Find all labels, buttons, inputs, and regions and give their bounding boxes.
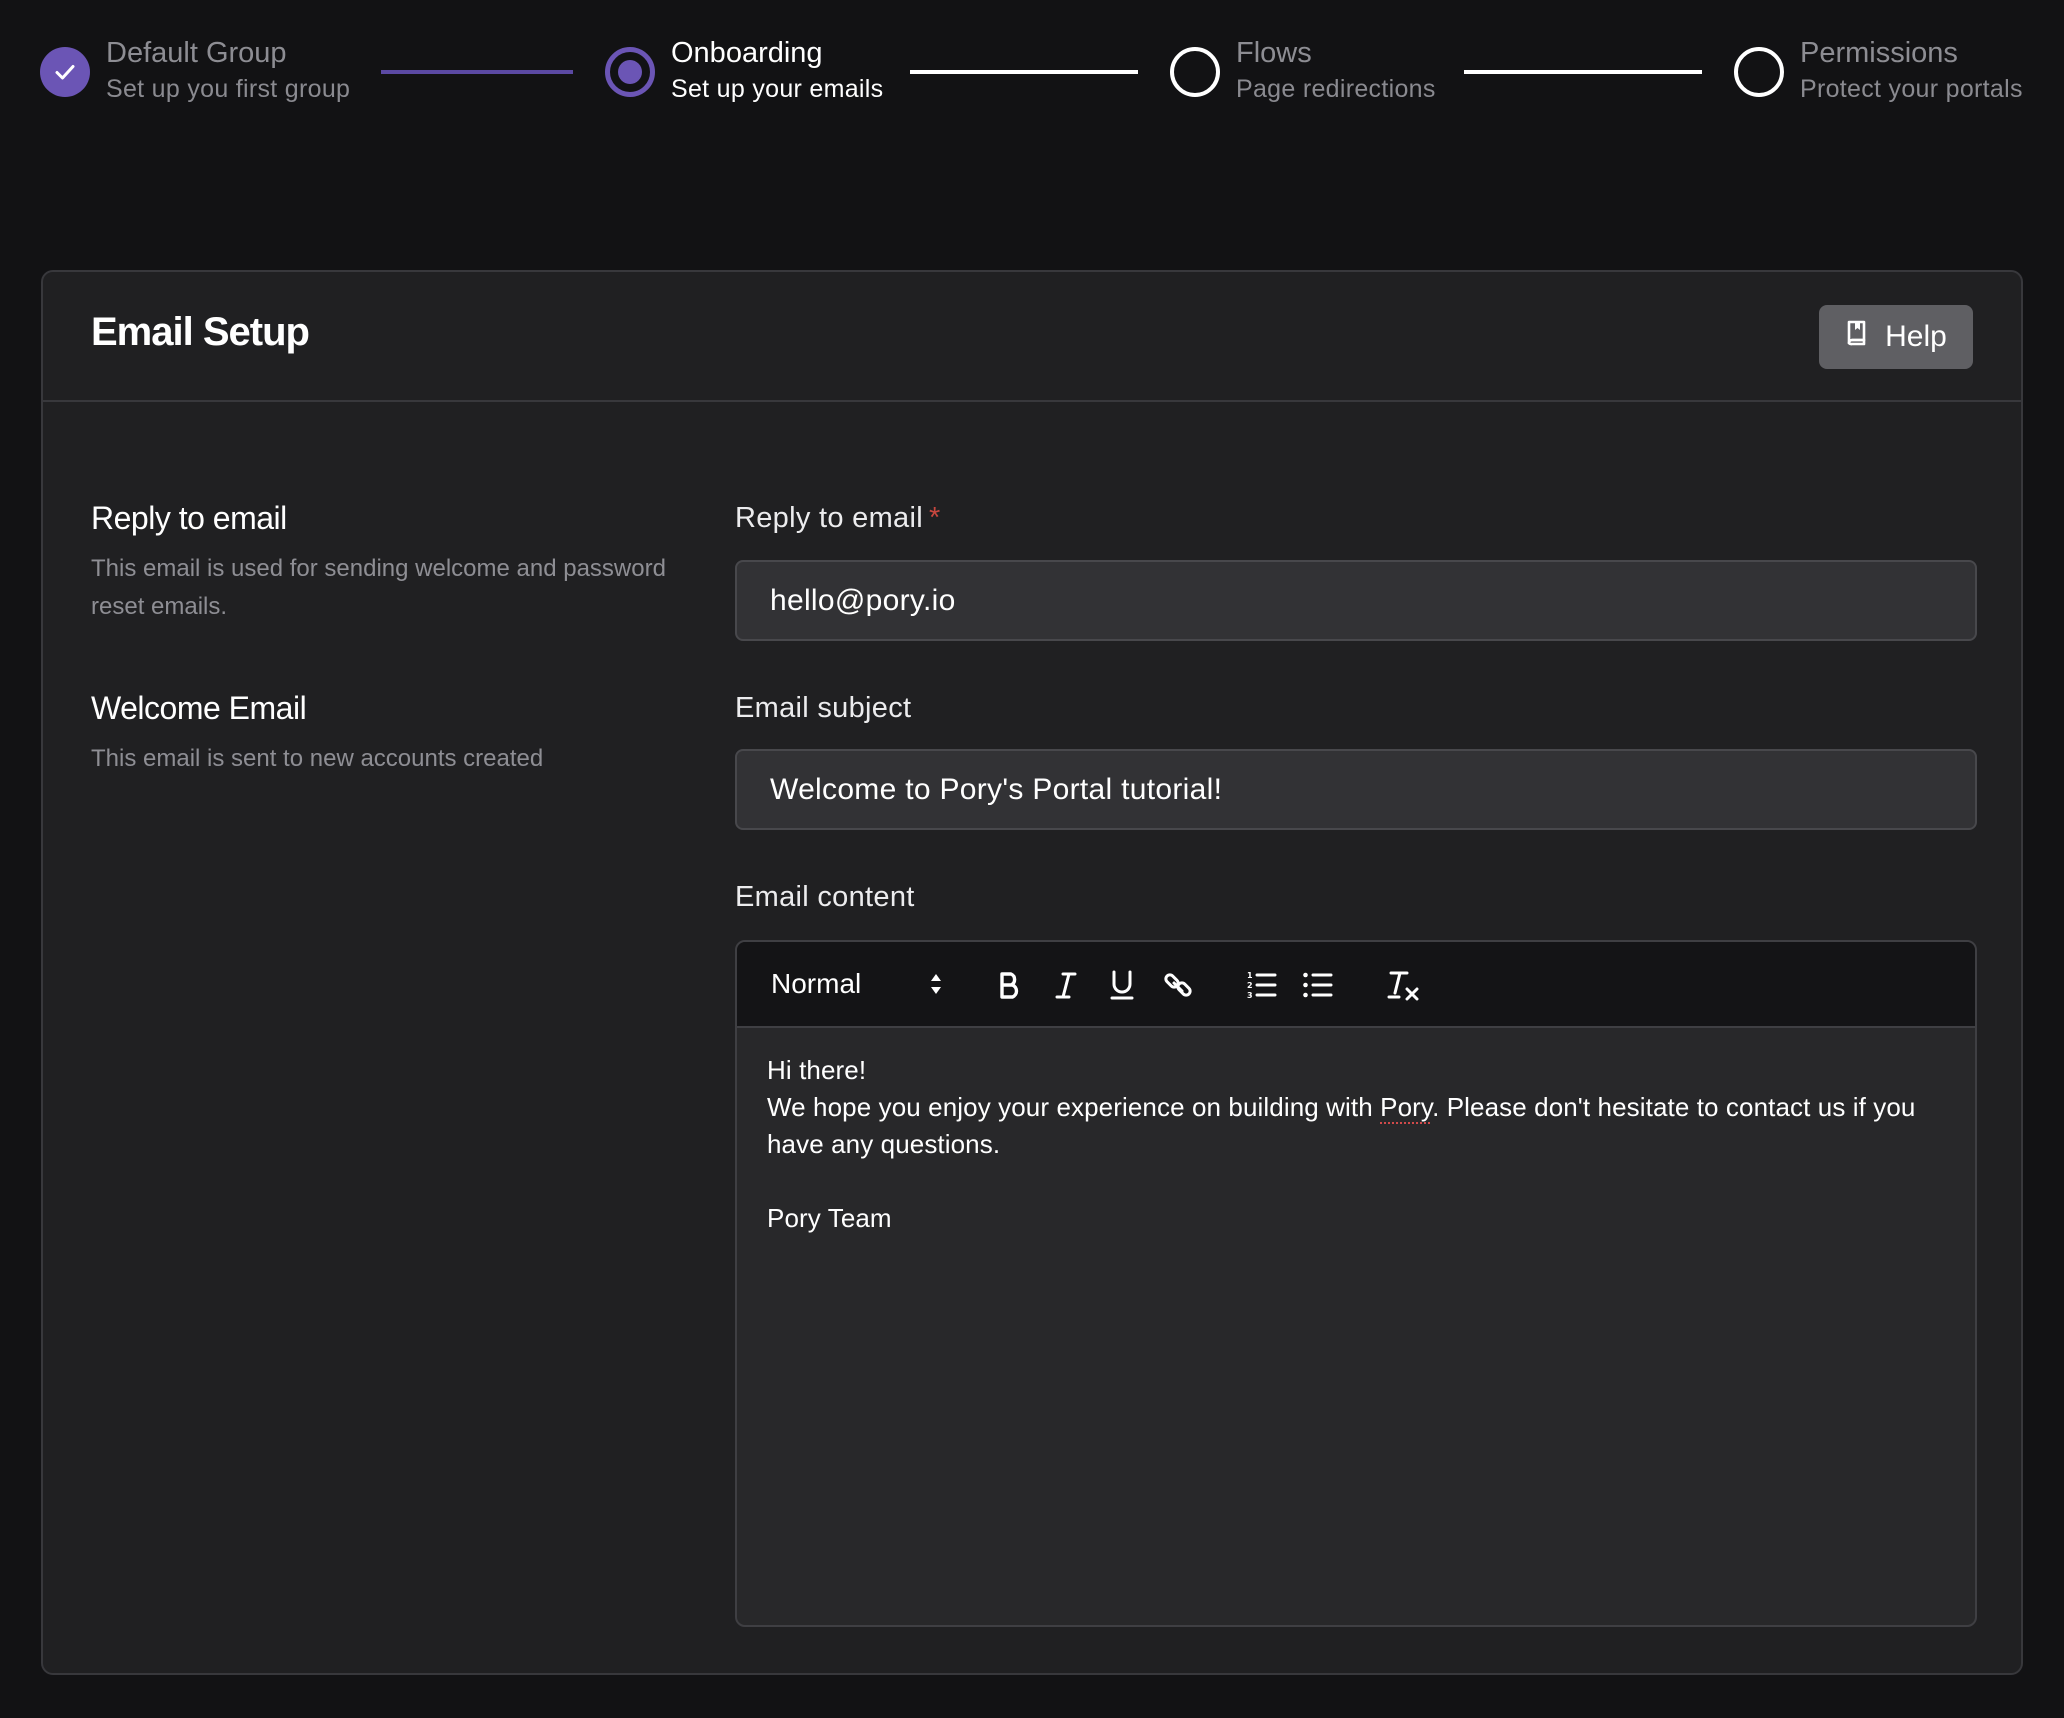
link-icon[interactable] bbox=[1155, 962, 1201, 1008]
help-button[interactable]: Help bbox=[1819, 305, 1973, 369]
format-select[interactable]: Normal bbox=[757, 959, 957, 1009]
check-icon bbox=[40, 47, 90, 97]
step-flows[interactable]: Flows Page redirections bbox=[1170, 32, 1436, 104]
empty-step-icon bbox=[1170, 47, 1220, 97]
help-label: Help bbox=[1885, 320, 1947, 353]
step-connector bbox=[910, 70, 1138, 74]
step-subtitle: Set up you first group bbox=[106, 75, 351, 103]
card-header: Email Setup Help bbox=[43, 272, 2021, 402]
step-subtitle: Set up your emails bbox=[671, 75, 884, 103]
section-title: Reply to email bbox=[91, 500, 287, 536]
reply-section-info: Reply to email This email is used for se… bbox=[91, 496, 691, 626]
email-setup-card: Email Setup Help Reply to email This ema… bbox=[41, 270, 2023, 1675]
step-connector bbox=[1464, 70, 1702, 74]
content-line: We hope you enjoy your experience on bui… bbox=[767, 1089, 1945, 1163]
active-step-icon bbox=[605, 47, 655, 97]
email-subject-label: Email subject bbox=[735, 692, 912, 724]
svg-text:2: 2 bbox=[1247, 981, 1253, 990]
step-title: Flows bbox=[1236, 37, 1312, 69]
step-onboarding[interactable]: Onboarding Set up your emails bbox=[605, 32, 883, 104]
clear-format-icon[interactable] bbox=[1381, 962, 1427, 1008]
step-permissions[interactable]: Permissions Protect your portals bbox=[1734, 32, 2023, 104]
label-text: Reply to email bbox=[735, 502, 923, 534]
italic-icon[interactable] bbox=[1043, 962, 1089, 1008]
step-default-group[interactable]: Default Group Set up you first group bbox=[40, 32, 350, 104]
required-mark: * bbox=[928, 502, 941, 534]
underline-icon[interactable] bbox=[1099, 962, 1145, 1008]
step-subtitle: Protect your portals bbox=[1800, 75, 2023, 103]
step-connector bbox=[381, 70, 573, 74]
section-description: This email is sent to new accounts creat… bbox=[91, 745, 544, 772]
section-description: This email is used for sending welcome a… bbox=[91, 555, 666, 620]
content-line: Hi there! bbox=[767, 1055, 867, 1085]
step-subtitle: Page redirections bbox=[1236, 75, 1436, 103]
reply-email-label: Reply to email * bbox=[735, 502, 941, 535]
email-subject-input[interactable] bbox=[735, 749, 1977, 830]
empty-step-icon bbox=[1734, 47, 1784, 97]
email-content-label: Email content bbox=[735, 881, 915, 913]
editor-content[interactable]: Hi there! We hope you enjoy your experie… bbox=[737, 1028, 1975, 1261]
welcome-section-info: Welcome Email This email is sent to new … bbox=[91, 686, 691, 778]
email-content-editor: Normal 1 2 3 Hi there! We hope you enjoy… bbox=[735, 940, 1977, 1627]
format-value: Normal bbox=[771, 968, 862, 999]
step-title: Onboarding bbox=[671, 37, 823, 69]
ordered-list-icon[interactable]: 123 bbox=[1239, 962, 1285, 1008]
onboarding-stepper: Default Group Set up you first group Onb… bbox=[0, 0, 2064, 130]
editor-toolbar: Normal 1 2 3 bbox=[737, 942, 1975, 1028]
reply-email-input[interactable] bbox=[735, 560, 1977, 641]
text-segment: We hope you enjoy your experience on bui… bbox=[767, 1092, 1381, 1122]
bullet-list-icon[interactable] bbox=[1295, 962, 1341, 1008]
step-title: Permissions bbox=[1800, 37, 1958, 69]
content-line: Pory Team bbox=[767, 1203, 892, 1233]
misspelled-word: Pory bbox=[1380, 1092, 1433, 1122]
svg-text:1: 1 bbox=[1247, 971, 1253, 980]
book-icon bbox=[1845, 319, 1869, 355]
svg-text:3: 3 bbox=[1247, 991, 1253, 1000]
section-title: Welcome Email bbox=[91, 690, 307, 726]
bold-icon[interactable] bbox=[987, 962, 1033, 1008]
step-title: Default Group bbox=[106, 37, 287, 69]
sort-arrows-icon bbox=[929, 971, 943, 1004]
card-title: Email Setup bbox=[91, 310, 310, 354]
